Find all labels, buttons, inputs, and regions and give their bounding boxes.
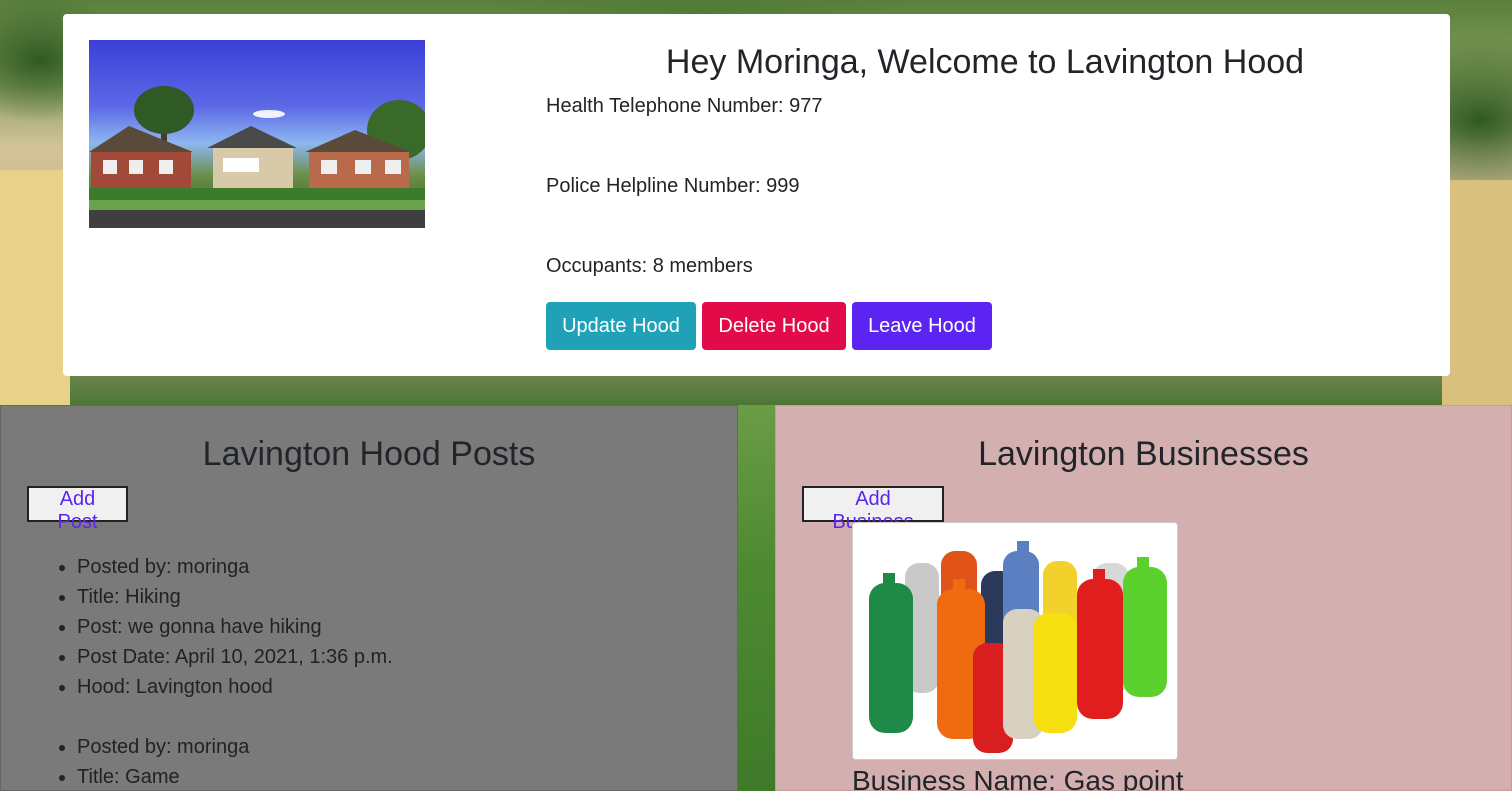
page-title: Hey Moringa, Welcome to Lavington Hood (665, 43, 1305, 81)
add-business-button[interactable]: Add Business (802, 486, 944, 533)
post-item: Posted by: moringa Title: Game (77, 732, 249, 791)
hood-actions: Update Hood Delete Hood Leave Hood (546, 302, 992, 350)
health-number: Health Telephone Number: 977 (546, 95, 823, 117)
post-body: Post: we gonna have hiking (77, 612, 393, 642)
houses-illustration (89, 86, 425, 228)
gas-cylinders-image (853, 523, 1177, 759)
background-lawn (736, 405, 776, 791)
police-number: Police Helpline Number: 999 (546, 175, 800, 197)
post-hood: Hood: Lavington hood (77, 672, 393, 702)
post-author: Posted by: moringa (77, 732, 249, 762)
leave-hood-button[interactable]: Leave Hood (852, 302, 992, 350)
post-item: Posted by: moringa Title: Hiking Post: w… (77, 552, 393, 702)
business-name: Business Name: Gas point (852, 765, 1184, 791)
hood-details: Hey Moringa, Welcome to Lavington Hood H… (546, 42, 1426, 350)
posts-panel: Lavington Hood Posts Add Post Posted by:… (0, 405, 738, 791)
business-image (852, 522, 1178, 760)
posts-title: Lavington Hood Posts (202, 435, 536, 473)
post-author: Posted by: moringa (77, 552, 393, 582)
delete-hood-button[interactable]: Delete Hood (702, 302, 846, 350)
post-date: Post Date: April 10, 2021, 1:36 p.m. (77, 642, 393, 672)
background-house-left (0, 170, 70, 410)
occupants-count: Occupants: 8 members (546, 255, 753, 277)
post-title: Title: Game (77, 762, 249, 791)
background-house-right (1442, 180, 1512, 410)
add-post-button[interactable]: Add Post (27, 486, 128, 533)
post-title: Title: Hiking (77, 582, 393, 612)
businesses-panel: Lavington Businesses Add Business Name: … (775, 405, 1512, 791)
hood-image (89, 40, 425, 228)
hood-info-card: Hey Moringa, Welcome to Lavington Hood H… (63, 14, 1450, 376)
businesses-title: Lavington Businesses (978, 435, 1309, 473)
update-hood-button[interactable]: Update Hood (546, 302, 696, 350)
